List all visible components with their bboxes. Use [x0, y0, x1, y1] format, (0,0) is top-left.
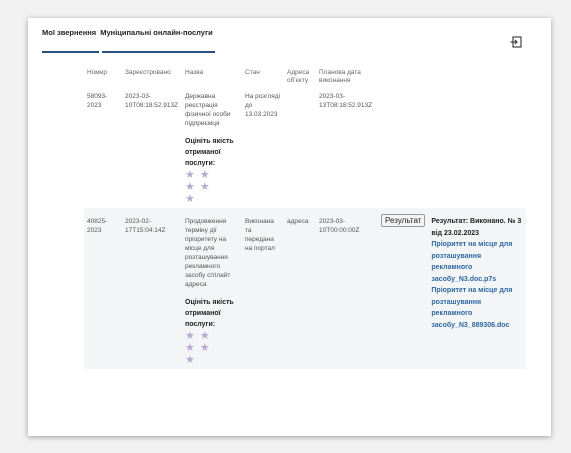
tab-municipal-services[interactable]: Муніципальні онлайн-послуги — [100, 28, 212, 37]
table-row: 58093-2023 2023-03-10T08:18:52.913Z Держ… — [84, 89, 526, 208]
star-icon[interactable]: ★ ★ — [185, 330, 239, 342]
planned-date: 2023-03-10T00:00:00Z — [316, 208, 378, 369]
object-address: адреса — [284, 208, 316, 369]
file-link[interactable]: Пріоритет на місце для розташування рекл… — [431, 285, 523, 331]
registered-date: 2023-02-17T15:04:14Z — [122, 208, 182, 369]
request-status: Виконана та передана на портал — [242, 208, 284, 369]
rate-quality-label: Оцініть якість отриманої послуги: — [185, 138, 234, 167]
tab-underline-municipal-services — [102, 51, 215, 53]
column-header-registered: Зареєстровано — [125, 69, 171, 76]
tab-underline-my-requests — [42, 51, 99, 53]
star-icon[interactable]: ★ ★ — [185, 169, 239, 181]
column-header-planned-date: Планова дата виконання — [319, 69, 361, 84]
column-header-address: Адреса об'єкту — [287, 69, 310, 84]
table-header-row: Номер Зареєстровано Назва Стан Адреса об… — [84, 67, 526, 89]
star-icon[interactable]: ★ — [185, 354, 239, 366]
tab-my-requests[interactable]: Мої звернення — [42, 28, 96, 37]
rating-stars[interactable]: ★ ★ ★ ★ ★ — [185, 169, 239, 205]
star-icon[interactable]: ★ — [185, 193, 239, 205]
object-address — [284, 89, 316, 208]
column-header-name: Назва — [185, 69, 204, 76]
star-icon[interactable]: ★ ★ — [185, 342, 239, 354]
service-name: Державна реєстрація фізичної особи підпр… — [185, 93, 231, 127]
result-cell: Результат: Виконано. № 3 від 23.02.2023 … — [428, 208, 527, 369]
logout-icon[interactable] — [510, 36, 522, 48]
result-text: Результат: Виконано. № 3 від 23.02.2023 — [431, 218, 522, 237]
requests-table: Номер Зареєстровано Назва Стан Адреса об… — [84, 67, 527, 369]
result-button[interactable]: Результат — [381, 214, 426, 227]
registered-date: 2023-03-10T08:18:52.913Z — [125, 93, 179, 109]
rating-stars[interactable]: ★ ★ ★ ★ ★ — [185, 330, 239, 366]
column-header-action — [378, 67, 428, 89]
action-cell: Результат — [378, 208, 429, 369]
column-header-result — [428, 67, 526, 89]
column-header-status: Стан — [245, 69, 260, 76]
request-number: 58093-2023 — [87, 93, 108, 109]
column-header-number: Номер — [87, 69, 108, 76]
services-panel: Мої звернення Муніципальні онлайн-послуг… — [28, 18, 551, 436]
result-cell — [428, 89, 526, 208]
rate-quality-label: Оцініть якість отриманої послуги: — [185, 299, 234, 328]
service-name-cell: Продовження терміну дії пріоритету на мі… — [182, 208, 242, 369]
service-name-cell: Державна реєстрація фізичної особи підпр… — [182, 89, 242, 208]
request-number: 40825-2023 — [84, 208, 122, 369]
tabs-bar: Мої звернення Муніципальні онлайн-послуг… — [42, 28, 215, 37]
file-link[interactable]: Пріоритет на місце для розташування рекл… — [431, 239, 523, 285]
action-cell — [378, 89, 428, 208]
request-status: На розгляді до 13.03.2023 — [245, 93, 281, 118]
service-name: Продовження терміну дії пріоритету на мі… — [185, 218, 231, 288]
planned-date: 2023-03-13T08:18:52.913Z — [319, 93, 373, 109]
star-icon[interactable]: ★ ★ — [185, 181, 239, 193]
table-row: 40825-2023 2023-02-17T15:04:14Z Продовже… — [84, 208, 527, 369]
